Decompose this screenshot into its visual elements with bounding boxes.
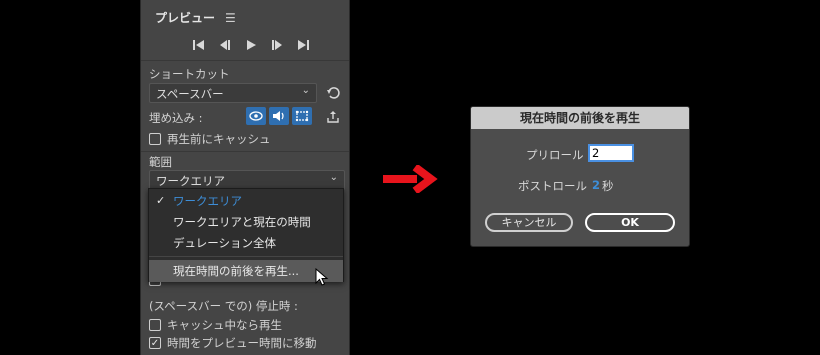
speaker-icon[interactable] (269, 107, 289, 125)
menu-item-label: デュレーション全体 (173, 236, 277, 250)
menu-item-label: ワークエリア (173, 194, 242, 208)
move-time-label: 時間をプレビュー時間に移動 (167, 336, 317, 350)
reset-icon[interactable] (324, 84, 342, 102)
preroll-label: プリロール (526, 148, 584, 162)
menu-item-work-area-current-time[interactable]: ワークエリアと現在の時間 (149, 211, 343, 233)
mouse-cursor-icon (315, 268, 329, 286)
checkmark-icon: ✓ (156, 194, 166, 207)
shortcut-value: スペースバー (156, 87, 224, 101)
hamburger-icon[interactable]: ☰ (225, 11, 236, 25)
transport-controls (189, 36, 313, 54)
cancel-button[interactable]: キャンセル (485, 213, 573, 232)
play-icon[interactable] (241, 36, 261, 54)
preroll-input[interactable]: 2 (588, 144, 634, 162)
step-back-icon[interactable] (215, 36, 235, 54)
shortcut-label: ショートカット (149, 67, 230, 81)
menu-item-label: 現在時間の前後を再生... (173, 264, 299, 278)
export-icon[interactable] (324, 108, 342, 126)
postroll-unit: 秒 (602, 179, 614, 193)
range-dropdown[interactable]: ワークエリア ⌄ (149, 170, 345, 190)
step-forward-icon[interactable] (267, 36, 287, 54)
dialog-title: 現在時間の前後を再生 (471, 107, 689, 129)
divider (141, 151, 349, 152)
eye-icon[interactable] (246, 107, 266, 125)
go-to-start-icon[interactable] (189, 36, 209, 54)
menu-item-label: ワークエリアと現在の時間 (173, 215, 311, 229)
shortcut-dropdown[interactable]: スペースバー ⌄ (149, 83, 317, 103)
range-value: ワークエリア (156, 174, 225, 188)
chevron-down-icon: ⌄ (329, 172, 338, 183)
menu-item-play-around-current-time[interactable]: 現在時間の前後を再生... (149, 260, 343, 282)
preview-panel: プレビュー ☰ ショートカット スペースバー ⌄ 埋め込み : 再生前にキャッシ… (140, 0, 350, 355)
play-around-dialog: 現在時間の前後を再生 プリロール 2 ポストロール 2 秒 キャンセル OK (470, 106, 690, 247)
menu-separator (149, 256, 343, 257)
play-if-caching-row[interactable]: キャッシュ中なら再生 (149, 317, 282, 333)
cache-before-play-checkbox[interactable] (149, 133, 161, 145)
red-arrow-icon (383, 165, 438, 193)
cache-before-play-label: 再生前にキャッシュ (167, 132, 271, 146)
menu-item-entire-duration[interactable]: デュレーション全体 (149, 232, 343, 254)
chevron-down-icon: ⌄ (301, 85, 310, 96)
move-time-row[interactable]: ✓ 時間をプレビュー時間に移動 (149, 335, 317, 351)
play-if-caching-checkbox[interactable] (149, 319, 161, 331)
stop-label: (スペースバー での) 停止時 : (149, 299, 298, 313)
range-label: 範囲 (149, 155, 172, 169)
ok-button[interactable]: OK (585, 213, 675, 232)
overlay-icon[interactable] (292, 107, 312, 125)
divider (141, 60, 349, 61)
panel-title: プレビュー (155, 11, 216, 25)
play-if-caching-label: キャッシュ中なら再生 (167, 318, 282, 332)
embed-label: 埋め込み : (149, 111, 203, 125)
go-to-end-icon[interactable] (293, 36, 313, 54)
cache-before-play-row[interactable]: 再生前にキャッシュ (149, 131, 271, 147)
postroll-value[interactable]: 2 (592, 178, 600, 192)
panel-header: プレビュー ☰ (155, 9, 236, 26)
postroll-label: ポストロール (518, 179, 587, 193)
move-time-checkbox[interactable]: ✓ (149, 337, 161, 349)
menu-item-work-area[interactable]: ✓ ワークエリア (149, 190, 343, 212)
